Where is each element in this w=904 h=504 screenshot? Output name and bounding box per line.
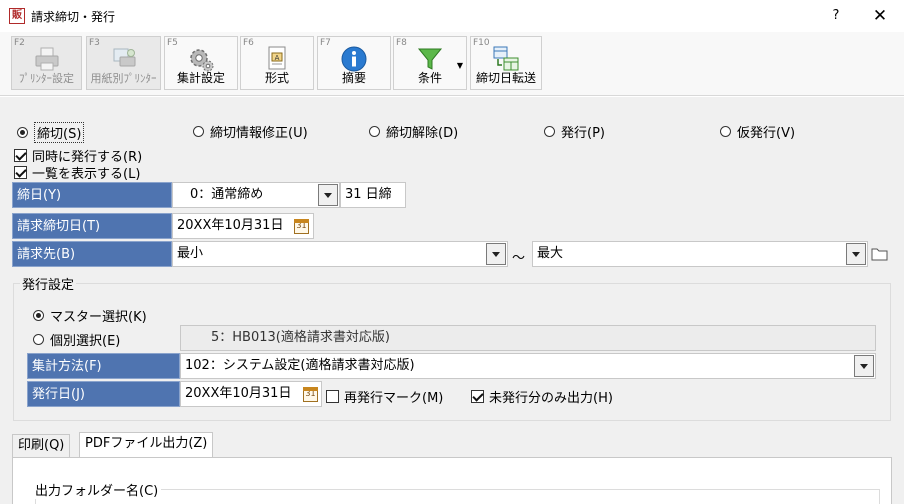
checkbox-label: 未発行分のみ出力(H)	[489, 391, 613, 406]
checkbox-box	[14, 149, 27, 162]
toolbar: F2 ﾌﾟﾘﾝﾀｰ設定 F3 用紙別ﾌﾟﾘﾝﾀｰ F5 集計設定 F6 A 形式…	[0, 32, 904, 96]
radio-label: 仮発行(V)	[737, 126, 796, 141]
radio-label: 締切解除(D)	[386, 126, 459, 141]
checkbox-label: 一覧を表示する(L)	[32, 167, 141, 182]
mode-closing-radio[interactable]: 締切(S)	[17, 122, 85, 143]
function-key: F5	[167, 38, 178, 48]
master-select-radio[interactable]: マスター選択(K)	[33, 306, 147, 325]
checkbox-box	[326, 390, 339, 403]
output-folder-group	[35, 489, 880, 504]
mode-correct-info-radio[interactable]: 締切情報修正(U)	[193, 122, 308, 141]
toolbar-label: ﾌﾟﾘﾝﾀｰ設定	[19, 72, 74, 85]
folder-icon[interactable]	[871, 246, 889, 262]
calendar-icon[interactable]: 31	[303, 387, 318, 402]
radio-dot	[193, 126, 204, 137]
radio-label: マスター選択(K)	[50, 310, 147, 325]
help-button[interactable]: ?	[826, 6, 846, 26]
main-content: 締切(S) 締切情報修正(U) 締切解除(D) 発行(P) 仮発行(V) 同時に…	[0, 97, 904, 504]
conditions-button[interactable]: F8 ▼ 条件	[393, 36, 467, 90]
billing-from-dropdown-button[interactable]	[486, 243, 506, 265]
radio-label: 発行(P)	[561, 126, 605, 141]
aggregation-method-label: 集計方法(F)	[27, 353, 180, 379]
show-list-checkbox[interactable]: 一覧を表示する(L)	[14, 163, 140, 182]
radio-dot	[17, 127, 28, 138]
closing-date-transfer-button[interactable]: F10 締切日転送	[470, 36, 542, 90]
billing-to-label: 請求先(B)	[12, 241, 172, 267]
individual-select-radio[interactable]: 個別選択(E)	[33, 330, 120, 349]
output-folder-label: 出力フォルダー名(C)	[32, 480, 162, 499]
svg-text:A: A	[275, 54, 280, 62]
function-key: F8	[396, 38, 407, 48]
calendar-icon[interactable]: 31	[294, 219, 309, 234]
radio-dot	[720, 126, 731, 137]
toolbar-label: 締切日転送	[475, 71, 536, 85]
radio-label: 締切(S)	[34, 122, 85, 143]
paper-printer-button[interactable]: F3 用紙別ﾌﾟﾘﾝﾀｰ	[86, 36, 161, 90]
mode-issue-radio[interactable]: 発行(P)	[544, 122, 605, 141]
radio-label: 締切情報修正(U)	[210, 126, 308, 141]
function-key: F6	[243, 38, 254, 48]
closing-date-input[interactable]: 20XX年10月31日	[172, 213, 314, 239]
unissued-only-checkbox[interactable]: 未発行分のみ出力(H)	[471, 387, 613, 406]
radio-dot	[369, 126, 380, 137]
printer-settings-button[interactable]: F2 ﾌﾟﾘﾝﾀｰ設定	[11, 36, 82, 90]
aggregation-settings-button[interactable]: F5 集計設定	[164, 36, 238, 90]
function-key: F3	[89, 38, 100, 48]
summary-button[interactable]: F7 摘要	[317, 36, 391, 90]
closing-day-suffix: 31 日締	[340, 182, 406, 208]
toolbar-label: 摘要	[341, 71, 366, 85]
window-title: 請求締切・発行	[31, 10, 116, 24]
checkbox-box	[14, 166, 27, 179]
closing-day-select[interactable]: 0：通常締め	[172, 182, 340, 208]
toolbar-label: 形式	[264, 71, 289, 85]
range-separator: ～	[512, 251, 526, 266]
app-icon: 販	[9, 8, 25, 24]
close-button[interactable]: ✕	[868, 5, 892, 27]
tab-print[interactable]: 印刷(Q)	[12, 434, 71, 458]
mode-cancel-closing-radio[interactable]: 締切解除(D)	[369, 122, 458, 141]
aggregation-dropdown-button[interactable]	[854, 355, 874, 377]
radio-dot	[33, 310, 44, 321]
reissue-mark-checkbox[interactable]: 再発行マーク(M)	[326, 387, 443, 406]
radio-label: 個別選択(E)	[50, 334, 121, 349]
billing-to-dropdown-button[interactable]	[846, 243, 866, 265]
billing-from-select[interactable]: 最小	[172, 241, 508, 267]
radio-dot	[33, 334, 44, 345]
checkbox-box	[471, 390, 484, 403]
issue-settings-title: 発行設定	[20, 274, 77, 293]
function-key: F10	[473, 38, 490, 48]
paper-printer-icon	[113, 48, 135, 67]
toolbar-label: 用紙別ﾌﾟﾘﾝﾀｰ	[90, 72, 157, 85]
closing-date-label: 請求締切日(T)	[12, 213, 172, 239]
tab-pdf-output[interactable]: PDFファイル出力(Z)	[79, 432, 214, 458]
issue-date-label: 発行日(J)	[27, 381, 180, 407]
mode-provisional-issue-radio[interactable]: 仮発行(V)	[720, 122, 795, 141]
closing-day-label: 締日(Y)	[12, 182, 172, 208]
checkbox-label: 再発行マーク(M)	[344, 391, 444, 406]
radio-dot	[544, 126, 555, 137]
title-bar: 販 請求締切・発行 ? ✕	[0, 0, 904, 32]
aggregation-method-select[interactable]: 102：システム設定(適格請求書対応版)	[180, 353, 876, 379]
toolbar-label: 集計設定	[176, 71, 225, 85]
billing-to-select[interactable]: 最大	[532, 241, 868, 267]
issue-date-input[interactable]: 20XX年10月31日	[180, 381, 322, 407]
toolbar-label: 条件	[417, 71, 442, 85]
printer-icon	[35, 47, 58, 71]
format-button[interactable]: F6 A 形式	[240, 36, 314, 90]
individual-select-field: 5：HB013(適格請求書対応版)	[180, 325, 876, 351]
function-key: F7	[320, 38, 331, 48]
function-key: F2	[14, 38, 25, 48]
closing-day-dropdown-button[interactable]	[318, 184, 338, 206]
